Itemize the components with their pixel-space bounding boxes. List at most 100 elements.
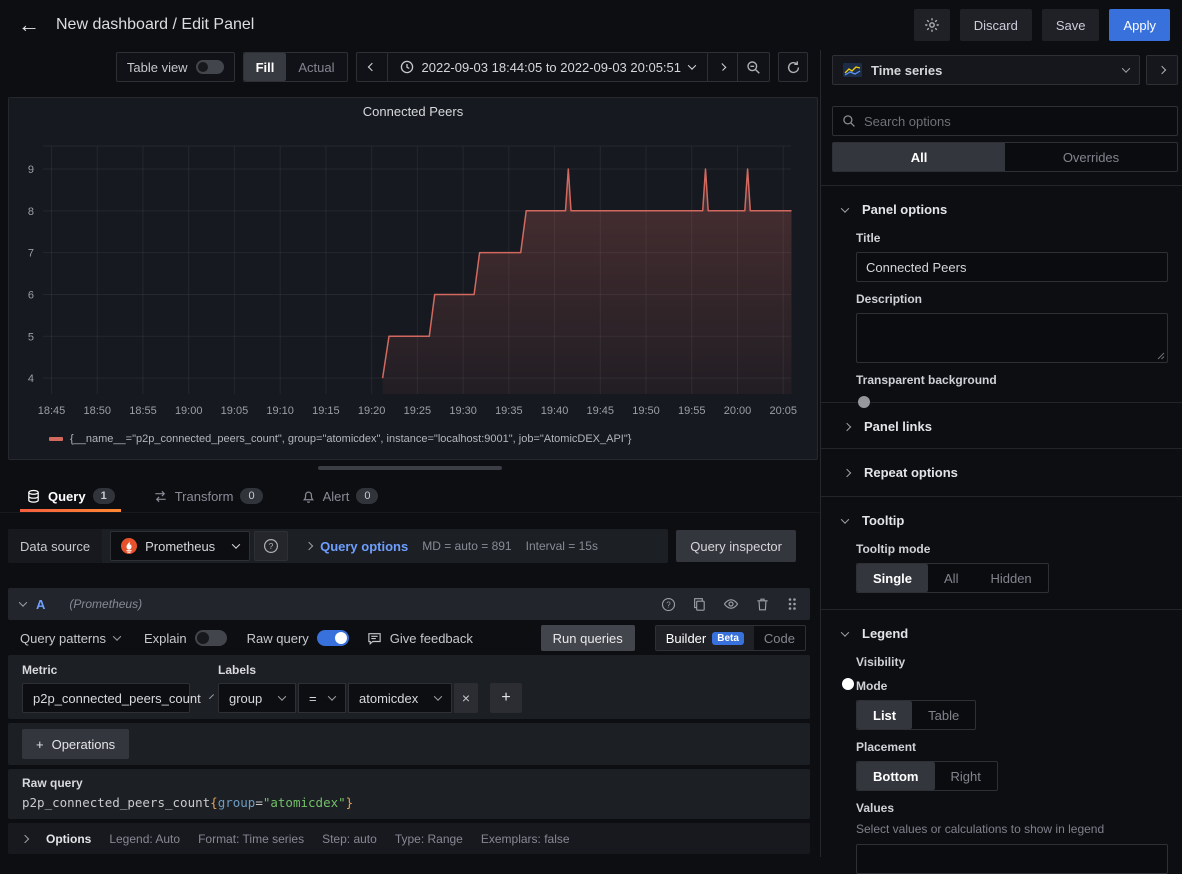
datasource-help-button[interactable]: ? <box>254 531 288 561</box>
description-textarea[interactable] <box>856 313 1168 363</box>
add-label-button[interactable]: + <box>490 683 522 713</box>
query-inspector-button[interactable]: Query inspector <box>676 530 796 562</box>
query-options-md: MD = auto = 891 <box>422 539 511 553</box>
legend-values-field: Values Select values or calculations to … <box>856 801 1178 874</box>
builder-option[interactable]: Builder Beta <box>656 626 754 650</box>
chevron-down-icon <box>232 540 240 548</box>
app-header: ← New dashboard / Edit Panel Discard Sav… <box>0 0 1182 50</box>
query-options-toggle[interactable]: Query options <box>306 539 408 554</box>
run-queries-button[interactable]: Run queries <box>541 625 635 651</box>
apply-button[interactable]: Apply <box>1109 9 1170 41</box>
time-range-controls: 2022-09-03 18:44:05 to 2022-09-03 20:05:… <box>356 52 771 82</box>
time-range-forward-button[interactable] <box>707 53 737 81</box>
table-view-toggle[interactable] <box>196 60 224 74</box>
legend-placement-switch: Bottom Right <box>856 761 998 791</box>
tab-overrides[interactable]: Overrides <box>1005 143 1177 171</box>
chevron-right-icon[interactable] <box>21 834 29 842</box>
code-option[interactable]: Code <box>754 626 805 650</box>
options-format: Format: Time series <box>198 832 304 846</box>
delete-query-trash-icon[interactable] <box>755 597 770 612</box>
label-op-select[interactable]: = <box>298 683 346 713</box>
query-patterns-dropdown[interactable]: Query patterns <box>20 631 120 646</box>
drag-handle-icon[interactable] <box>786 596 798 612</box>
datasource-picker[interactable]: Prometheus <box>110 531 250 561</box>
raw-query-toggle[interactable] <box>317 630 349 646</box>
chevron-left-icon <box>367 63 375 71</box>
query-row-header[interactable]: A (Prometheus) ? <box>8 588 810 620</box>
svg-text:19:35: 19:35 <box>495 405 523 417</box>
tooltip-mode-single[interactable]: Single <box>857 564 928 592</box>
divider <box>821 185 1182 186</box>
explain-toggle[interactable] <box>195 630 227 646</box>
datasource-label: Data source <box>8 529 102 563</box>
hide-response-eye-icon[interactable] <box>723 596 739 612</box>
label-name-select[interactable]: group <box>218 683 296 713</box>
tab-query[interactable]: Query 1 <box>20 480 121 512</box>
pane-resize-handle[interactable] <box>318 466 502 470</box>
placement-bottom[interactable]: Bottom <box>857 762 935 790</box>
chevron-right-icon <box>305 542 313 550</box>
section-panel-links[interactable]: Panel links <box>832 415 1178 438</box>
plus-icon: + <box>501 689 510 707</box>
tooltip-mode-field: Tooltip mode Single All Hidden <box>856 542 1178 593</box>
give-feedback-link[interactable]: Give feedback <box>367 631 473 646</box>
save-button[interactable]: Save <box>1042 9 1100 41</box>
zoom-out-button[interactable] <box>737 53 769 81</box>
label-filter-row: group = atomicdex × + <box>218 683 522 713</box>
resize-corner-icon[interactable] <box>1157 352 1165 360</box>
time-range-picker[interactable]: 2022-09-03 18:44:05 to 2022-09-03 20:05:… <box>387 53 708 81</box>
legend-mode-list[interactable]: List <box>857 701 912 729</box>
query-help-icon[interactable]: ? <box>661 597 676 612</box>
tooltip-section-title: Tooltip <box>862 513 904 528</box>
section-tooltip[interactable]: Tooltip <box>832 509 1178 532</box>
legend-marker[interactable] <box>49 437 63 441</box>
search-options-input[interactable] <box>864 114 1168 129</box>
label-value-select[interactable]: atomicdex <box>348 683 452 713</box>
panel-edit-toolbar: Table view Fill Actual 2022-09-03 18:44:… <box>0 50 820 88</box>
time-range-back-button[interactable] <box>357 53 387 81</box>
label-op-value: = <box>309 691 317 706</box>
collapse-query-icon[interactable] <box>19 598 27 606</box>
legend-mode-label: Mode <box>856 679 1178 693</box>
metric-value: p2p_connected_peers_count <box>33 691 201 706</box>
actual-option[interactable]: Actual <box>286 53 346 81</box>
legend-series-label[interactable]: {__name__="p2p_connected_peers_count", g… <box>70 433 631 445</box>
title-input[interactable] <box>856 252 1168 282</box>
query-count-badge: 1 <box>93 488 115 504</box>
values-input[interactable] <box>856 844 1168 874</box>
raw-label-name: group <box>218 795 256 810</box>
remove-label-button[interactable]: × <box>454 683 478 713</box>
section-panel-options[interactable]: Panel options <box>832 198 1178 221</box>
discard-button[interactable]: Discard <box>960 9 1032 41</box>
panel-settings-button[interactable] <box>914 9 950 41</box>
fill-option[interactable]: Fill <box>244 53 287 81</box>
viz-collapse-button[interactable] <box>1146 55 1178 85</box>
legend-visibility-label: Visibility <box>856 655 1178 669</box>
placement-right[interactable]: Right <box>935 762 997 790</box>
description-field-label: Description <box>856 292 1178 306</box>
query-row-actions: ? <box>661 596 798 612</box>
chevron-right-icon <box>1158 66 1166 74</box>
comment-icon <box>367 631 382 646</box>
tab-alert[interactable]: Alert 0 <box>295 480 385 512</box>
tooltip-mode-all[interactable]: All <box>928 564 974 592</box>
refresh-button[interactable] <box>778 52 808 82</box>
tab-all[interactable]: All <box>833 143 1005 171</box>
metric-select[interactable]: p2p_connected_peers_count <box>22 683 190 713</box>
time-series-chart[interactable]: 18:4518:5018:5519:0019:0519:1019:1519:20… <box>11 124 811 432</box>
viz-picker[interactable]: Time series <box>832 55 1140 85</box>
values-label: Values <box>856 801 1178 815</box>
legend-mode-table[interactable]: Table <box>912 701 975 729</box>
svg-text:20:00: 20:00 <box>724 405 752 417</box>
duplicate-query-icon[interactable] <box>692 597 707 612</box>
label-value-value: atomicdex <box>359 691 418 706</box>
section-legend[interactable]: Legend <box>832 622 1178 645</box>
tab-transform[interactable]: Transform 0 <box>147 480 269 512</box>
add-operation-button[interactable]: + Operations <box>22 729 129 759</box>
fill-actual-switch: Fill Actual <box>243 52 348 82</box>
tooltip-mode-hidden[interactable]: Hidden <box>974 564 1047 592</box>
section-repeat-options[interactable]: Repeat options <box>832 461 1178 484</box>
options-toggle[interactable]: Options <box>46 832 91 846</box>
back-button[interactable]: ← <box>12 8 46 42</box>
transform-count-badge: 0 <box>240 488 262 504</box>
